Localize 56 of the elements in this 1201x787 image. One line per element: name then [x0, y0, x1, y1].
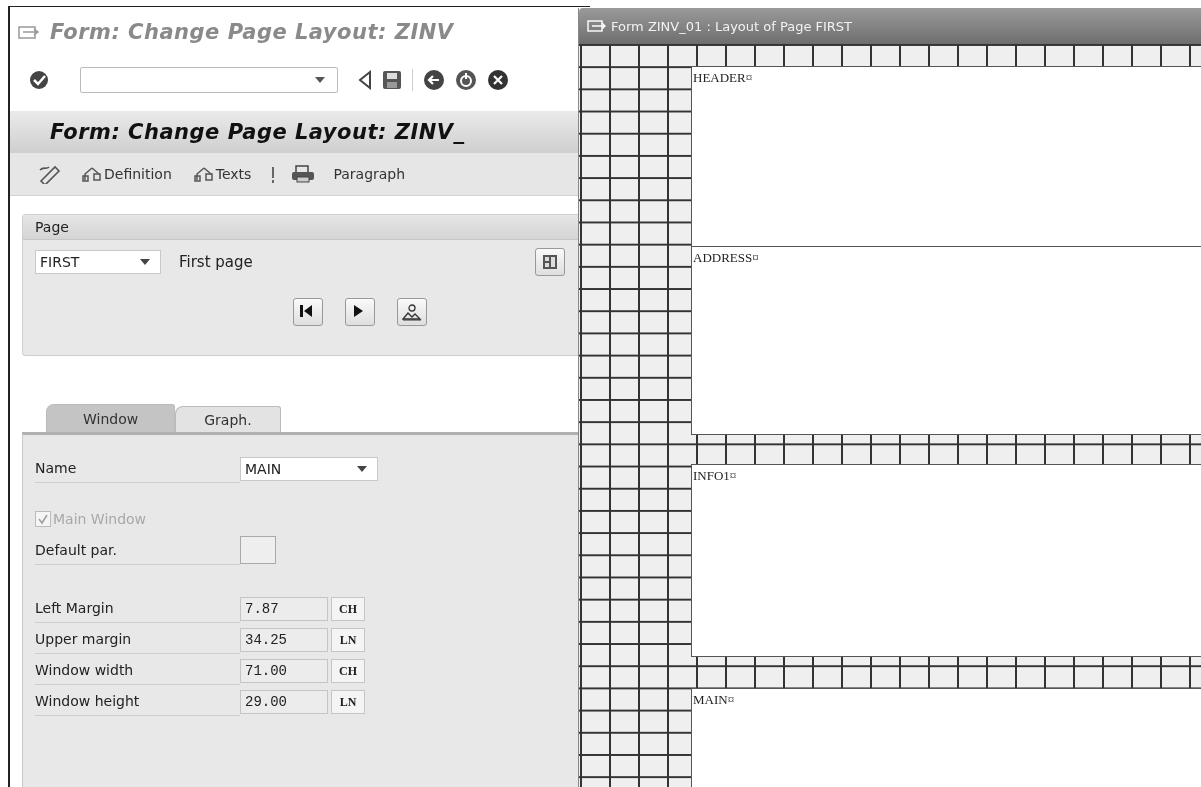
checkmark-icon[interactable]	[28, 69, 50, 91]
popup-title: Form ZINV_01 : Layout of Page FIRST	[611, 18, 853, 34]
field-label: Name	[35, 453, 240, 483]
layout-window[interactable]: MAIN¤	[691, 688, 1201, 787]
back-triangle-icon[interactable]	[358, 70, 372, 90]
command-field[interactable]	[80, 67, 338, 93]
page-dropdown[interactable]: FIRST	[35, 250, 161, 274]
field-label: Window width	[35, 656, 240, 685]
layout-window[interactable]: INFO1¤	[691, 464, 1201, 657]
checkbox[interactable]	[240, 536, 276, 564]
layout-window[interactable]: ADDRESS¤	[691, 246, 1201, 435]
group-title: Page	[35, 219, 69, 235]
window-icon[interactable]	[18, 24, 40, 40]
toolbar-button[interactable]: Texts	[189, 166, 256, 182]
dropdown-caret-icon[interactable]	[140, 259, 150, 265]
window-title: Form: Change Page Layout: ZINV	[50, 20, 454, 44]
picture-button[interactable]	[397, 298, 427, 326]
cancel-icon[interactable]	[487, 69, 509, 91]
input-field[interactable]: 7.87	[240, 596, 328, 621]
window-name: MAIN¤	[693, 692, 735, 708]
field-label: Window height	[35, 687, 240, 716]
landscape-person-icon[interactable]	[402, 303, 422, 321]
dropdown-caret-icon[interactable]	[315, 77, 325, 83]
screen-title: Form: Change Page Layout: ZINV_	[50, 120, 465, 144]
hierarchy-icon[interactable]	[193, 166, 214, 182]
unit-field: CH	[331, 658, 365, 683]
layout-window[interactable]: HEADER¤	[691, 66, 1201, 248]
page-description: First page	[179, 253, 253, 271]
toolbar-button[interactable]: Paragraph	[329, 166, 410, 182]
window-name: ADDRESS¤	[693, 250, 759, 266]
dropdown-caret-icon[interactable]	[357, 466, 367, 472]
first-page-button[interactable]	[293, 298, 323, 326]
field-label: Left Margin	[35, 594, 240, 623]
layout-icon[interactable]	[542, 254, 558, 270]
checkbox-label: Main Window	[53, 511, 147, 527]
printer-icon[interactable]	[291, 164, 316, 184]
window-icon[interactable]	[587, 19, 607, 33]
hierarchy-icon[interactable]	[82, 166, 102, 182]
tab[interactable]: Graph.	[175, 406, 281, 432]
toolbar-button[interactable]: Definition	[78, 166, 176, 182]
input-field[interactable]: 71.00	[240, 658, 328, 683]
input-field[interactable]: 29.00	[240, 689, 328, 714]
layout-button[interactable]	[535, 248, 565, 276]
input-field[interactable]: 34.25	[240, 627, 328, 652]
dropdown-value: MAIN	[245, 461, 282, 477]
window-name: HEADER¤	[693, 70, 753, 86]
dropdown-value: FIRST	[40, 254, 80, 270]
unit-field: LN	[331, 689, 365, 714]
unit-field: CH	[331, 596, 365, 621]
tab[interactable]: Window	[46, 404, 176, 432]
name-dropdown[interactable]: MAIN	[240, 457, 378, 481]
unit-field: LN	[331, 627, 365, 652]
save-icon[interactable]	[382, 70, 402, 90]
next-page-button[interactable]	[345, 298, 375, 326]
window-name: INFO1¤	[693, 468, 737, 484]
field-label: Upper margin	[35, 625, 240, 654]
